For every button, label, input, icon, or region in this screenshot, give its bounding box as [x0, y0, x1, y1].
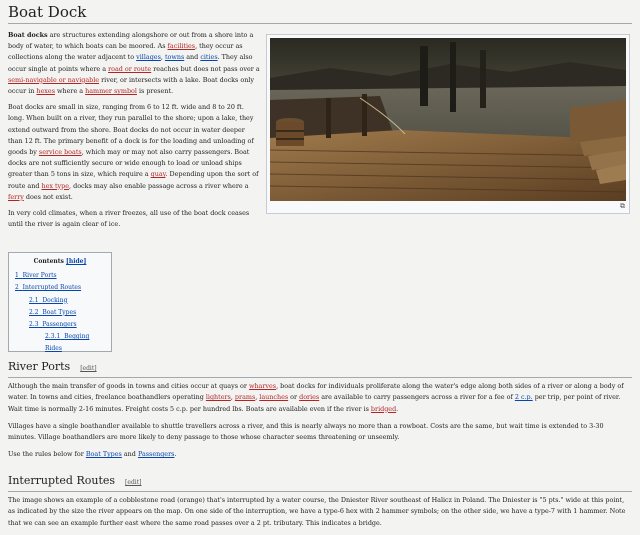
link-passengers[interactable]: Passengers [138, 450, 175, 458]
link-hexes[interactable]: hexes [36, 87, 55, 95]
river-ports-paragraph-1: Although the main transfer of goods in t… [8, 382, 624, 413]
toc-title: Contents [33, 258, 64, 265]
toc-item-docking[interactable]: 2.1 Docking [15, 295, 105, 307]
river-ports-section: Although the main transfer of goods in t… [8, 381, 632, 467]
page-title: Boat Dock [8, 2, 632, 24]
link-wharves[interactable]: wharves [249, 382, 276, 390]
toc-item-interrupted-routes[interactable]: 2 Interrupted Routes [15, 282, 105, 294]
image-thumbnail[interactable]: ⧉ [266, 34, 630, 214]
toc-item-passengers[interactable]: 2.3 Passengers [15, 319, 105, 331]
toc-item-boat-types[interactable]: 2.2 Boat Types [15, 307, 105, 319]
toc-hide-link[interactable]: [hide] [66, 258, 86, 265]
river-ports-paragraph-3: Use the rules below for Boat Types and P… [8, 450, 177, 459]
lead-paragraph-1: Boat docks are structures extending alon… [8, 31, 260, 96]
section-heading-interrupted-routes: Interrupted Routes [edit] [8, 474, 632, 492]
interrupted-routes-paragraph-1: The image shows an example of a cobblest… [8, 496, 626, 527]
link-bridged[interactable]: bridged [371, 405, 396, 413]
toc-header: Contents [hide] [15, 256, 105, 268]
link-semi-navigable[interactable]: semi-navigable or navigable [8, 76, 99, 84]
link-road-or-route[interactable]: road or route [108, 65, 151, 73]
section-heading-river-ports: River Ports [edit] [8, 360, 632, 378]
link-towns[interactable]: towns [165, 53, 184, 61]
toc-item-begging-rides[interactable]: 2.3.1 Begging Rides [15, 331, 105, 355]
link-lighters[interactable]: lighters [206, 393, 231, 401]
river-ports-paragraph-2: Villages have a single boathandler avail… [8, 421, 604, 442]
bold-term: Boat docks [8, 31, 48, 39]
lead-section: Boat docks are structures extending alon… [8, 30, 260, 235]
link-hammer-symbol[interactable]: hammer symbol [85, 87, 137, 95]
edit-link[interactable]: [edit] [80, 365, 96, 372]
link-villages[interactable]: villages [136, 53, 161, 61]
link-prams[interactable]: prams [235, 393, 255, 401]
link-dories[interactable]: dories [299, 393, 319, 401]
link-cities[interactable]: cities [200, 53, 217, 61]
interrupted-routes-section: The image shows an example of a cobblest… [8, 495, 632, 535]
link-hex-type[interactable]: hex type [41, 182, 69, 190]
link-launches[interactable]: launches [259, 393, 288, 401]
link-quay[interactable]: quay [151, 170, 166, 178]
toc-item-river-ports[interactable]: 1 River Ports [15, 270, 105, 282]
edit-link[interactable]: [edit] [125, 479, 141, 486]
article-page: Boat Dock Boat docks are structures exte… [0, 0, 640, 535]
link-boat-types[interactable]: Boat Types [86, 450, 122, 458]
link-facilities[interactable]: facilities [168, 42, 196, 50]
lead-paragraph-2: Boat docks are small in size, ranging fr… [8, 103, 259, 201]
table-of-contents: Contents [hide] 1 River Ports 2 Interrup… [8, 252, 112, 352]
link-2cp[interactable]: 2 c.p. [515, 393, 533, 401]
magnify-icon[interactable]: ⧉ [620, 202, 625, 211]
boat-dock-illustration[interactable] [270, 38, 626, 201]
lead-paragraph-3: In very cold climates, when a river free… [8, 209, 250, 229]
link-service-boats[interactable]: service boats [39, 148, 82, 156]
link-ferry[interactable]: ferry [8, 193, 24, 201]
